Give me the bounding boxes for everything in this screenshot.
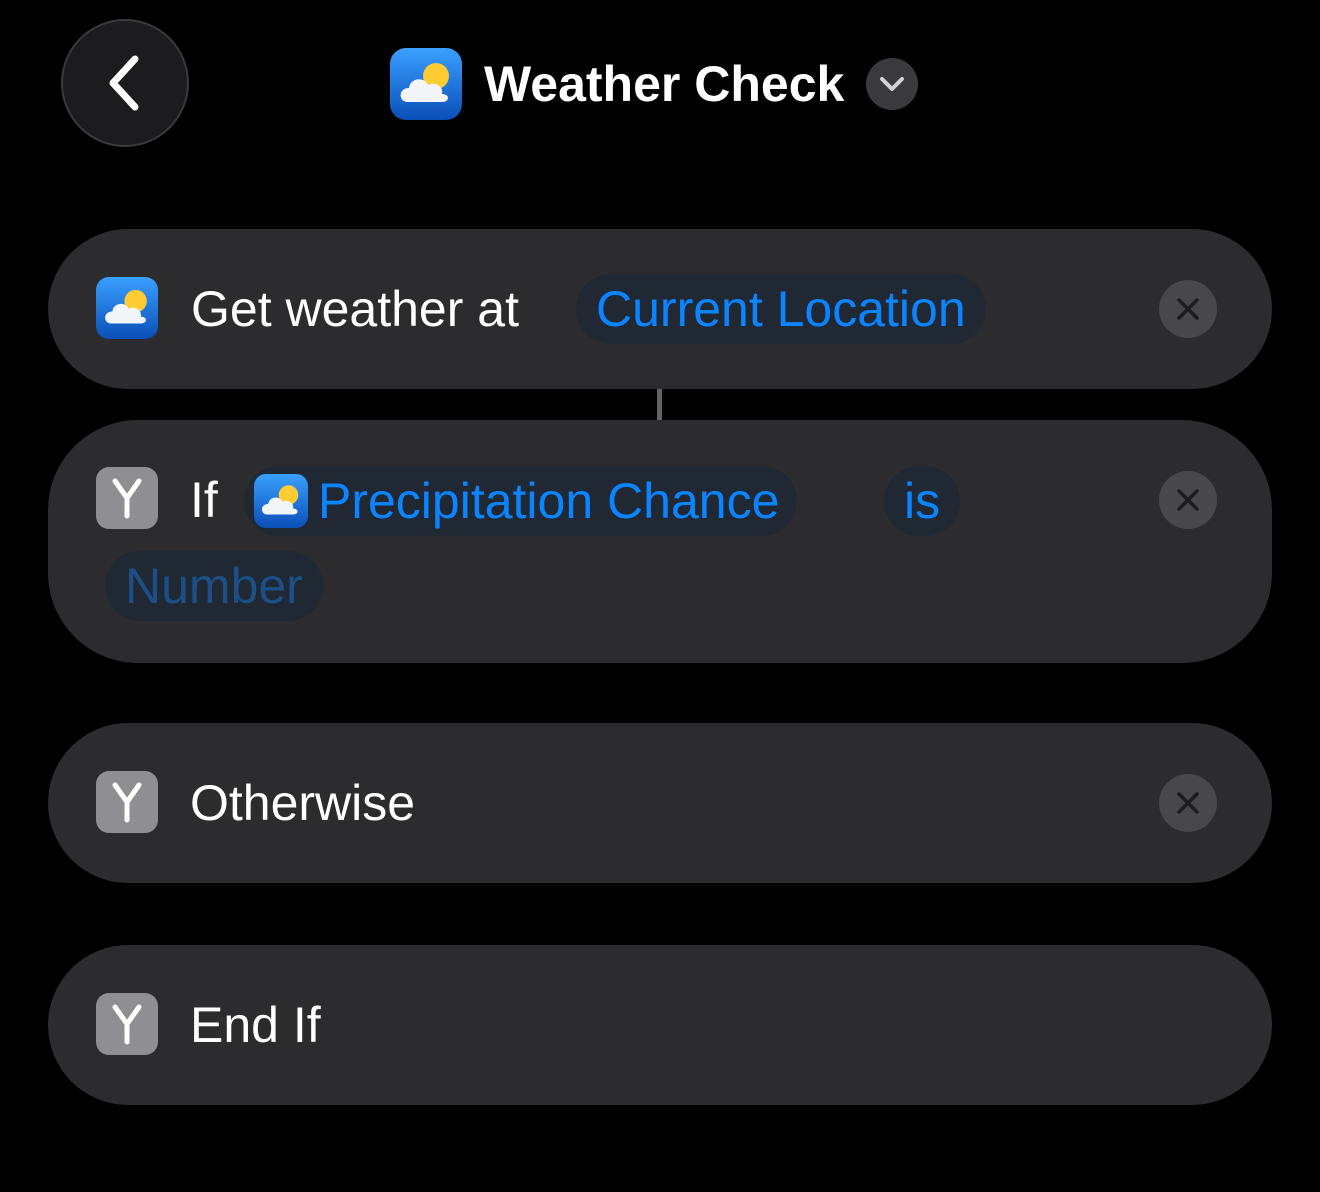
get-weather-label: Get weather at [191, 281, 519, 337]
close-icon [1177, 792, 1199, 814]
remove-action-button[interactable] [1159, 774, 1217, 832]
if-branch-icon [96, 993, 158, 1055]
condition-value-placeholder-label: Number [125, 558, 303, 614]
precipitation-variable-token[interactable]: Precipitation Chance [244, 466, 798, 536]
close-icon [1177, 489, 1199, 511]
condition-operator-token[interactable]: is [884, 466, 961, 536]
title-menu-button[interactable] [866, 58, 919, 110]
action-connector [657, 389, 662, 420]
get-weather-action[interactable]: Get weather at Current Location [48, 229, 1272, 389]
otherwise-label: Otherwise [190, 775, 416, 831]
remove-action-button[interactable] [1159, 471, 1217, 529]
weather-app-icon [390, 48, 462, 120]
location-token[interactable]: Current Location [576, 274, 986, 344]
condition-operator-label: is [904, 473, 941, 529]
condition-value-placeholder[interactable]: Number [105, 551, 323, 621]
close-icon [1177, 298, 1199, 320]
chevron-left-icon [109, 55, 139, 111]
remove-action-button[interactable] [1159, 280, 1217, 338]
shortcut-title: Weather Check [484, 56, 845, 112]
end-if-label: End If [190, 997, 321, 1053]
if-branch-icon [96, 467, 158, 529]
weather-app-icon [254, 474, 308, 528]
location-token-label: Current Location [596, 281, 966, 337]
if-action[interactable]: If Precipitation Chance is Number [48, 420, 1272, 663]
shortcut-editor: Weather Check Get weather at Current Loc… [0, 0, 1320, 1192]
shortcut-title-menu[interactable]: Weather Check [390, 48, 919, 120]
precipitation-variable-label: Precipitation Chance [318, 473, 780, 529]
chevron-down-icon [880, 77, 905, 91]
if-branch-icon [96, 771, 158, 833]
end-if-action[interactable]: End If [48, 945, 1272, 1105]
back-button[interactable] [61, 19, 189, 147]
if-label: If [190, 472, 218, 528]
otherwise-action[interactable]: Otherwise [48, 723, 1272, 883]
weather-app-icon [96, 277, 158, 339]
